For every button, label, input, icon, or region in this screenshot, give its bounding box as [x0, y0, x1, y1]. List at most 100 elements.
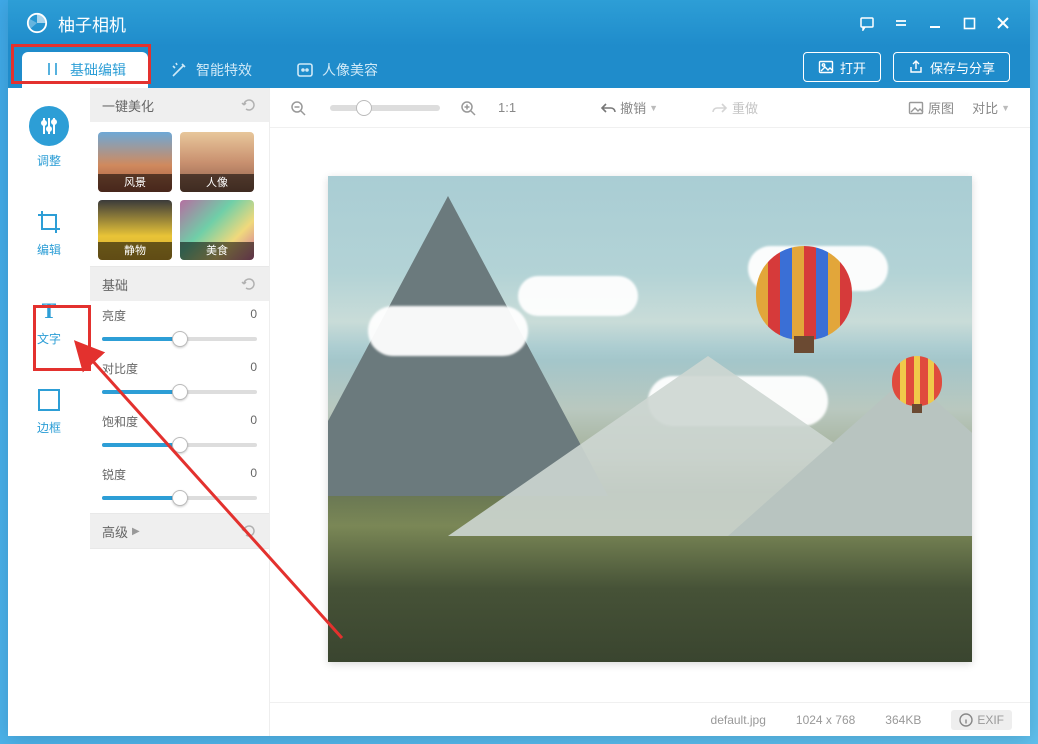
zoom-out-button[interactable] — [284, 96, 316, 120]
control-sharpness: 锐度 0 — [90, 460, 269, 513]
section-title: 高级 — [102, 522, 128, 541]
side-label: 调整 — [37, 152, 61, 169]
button-label: 原图 — [928, 98, 954, 117]
tab-portrait-beauty[interactable]: 人像美容 — [274, 52, 400, 88]
zoom-out-icon — [290, 100, 306, 116]
preview-image[interactable] — [328, 176, 972, 662]
reset-icon[interactable] — [241, 523, 257, 539]
close-button[interactable] — [986, 0, 1020, 46]
undo-button[interactable]: 撤销▼ — [594, 94, 664, 121]
side-label: 边框 — [37, 419, 61, 436]
export-icon — [908, 59, 924, 75]
app-logo-icon — [26, 12, 48, 34]
settings-panel: 一键美化 风景 人像 静物 美食 基础 亮度 0 — [90, 88, 270, 736]
magic-icon — [170, 61, 188, 79]
tab-label: 人像美容 — [322, 60, 378, 80]
side-nav: 调整 编辑 T 文字 边框 — [8, 88, 90, 736]
undo-icon — [600, 100, 616, 116]
zoom-ratio: 1:1 — [498, 100, 516, 115]
side-label: 编辑 — [37, 241, 61, 258]
sliders-icon — [38, 115, 60, 137]
button-label: 打开 — [840, 58, 866, 77]
status-filesize: 364KB — [885, 713, 921, 727]
feedback-icon[interactable] — [850, 0, 884, 46]
preset-food[interactable]: 美食 — [180, 200, 254, 260]
tab-label: 智能特效 — [196, 60, 252, 80]
button-label: 撤销 — [620, 98, 646, 117]
section-title: 一键美化 — [102, 96, 154, 115]
redo-icon — [712, 100, 728, 116]
tab-bar: 基础编辑 智能特效 人像美容 打开 保存与分享 — [8, 46, 1030, 88]
original-button[interactable]: 原图 — [902, 94, 960, 121]
exif-button[interactable]: EXIF — [951, 710, 1012, 730]
slider-saturation[interactable] — [102, 436, 257, 454]
canvas-area: 1:1 撤销▼ 重做 原图 对比▼ default.jpg — [270, 88, 1030, 736]
side-text[interactable]: T 文字 — [8, 298, 90, 347]
zoom-in-button[interactable] — [454, 96, 486, 120]
control-saturation: 饱和度0 — [90, 407, 269, 460]
slider-brightness[interactable] — [102, 330, 257, 348]
chevron-down-icon: ▼ — [1001, 103, 1010, 113]
thumb-label: 风景 — [98, 174, 172, 192]
open-button[interactable]: 打开 — [803, 52, 881, 82]
thumb-label: 人像 — [180, 174, 254, 192]
tools-icon — [44, 61, 62, 79]
control-contrast: 对比度 0 — [90, 354, 269, 407]
control-label: 亮度 — [102, 307, 126, 324]
preset-portrait[interactable]: 人像 — [180, 132, 254, 192]
exif-label: EXIF — [977, 713, 1004, 727]
status-dimensions: 1024 x 768 — [796, 713, 855, 727]
control-label: 对比度 — [102, 360, 138, 377]
control-brightness: 亮度 0 — [90, 301, 269, 354]
side-label: 文字 — [37, 330, 61, 347]
preset-still[interactable]: 静物 — [98, 200, 172, 260]
face-icon — [296, 61, 314, 79]
minimize-button[interactable] — [918, 0, 952, 46]
text-icon: T — [42, 298, 57, 324]
slider-sharpness[interactable] — [102, 489, 257, 507]
control-value: 0 — [250, 360, 257, 377]
maximize-button[interactable] — [952, 0, 986, 46]
canvas-toolbar: 1:1 撤销▼ 重做 原图 对比▼ — [270, 88, 1030, 128]
button-label: 保存与分享 — [930, 58, 995, 77]
redo-button[interactable]: 重做 — [706, 94, 764, 121]
reset-icon[interactable] — [241, 97, 257, 113]
section-beautify[interactable]: 一键美化 — [90, 88, 269, 122]
side-edit[interactable]: 编辑 — [8, 209, 90, 258]
thumb-label: 美食 — [180, 242, 254, 260]
title-bar: 柚子相机 — [8, 0, 1030, 46]
side-frame[interactable]: 边框 — [8, 387, 90, 436]
tab-basic-edit[interactable]: 基础编辑 — [22, 52, 148, 88]
info-icon — [959, 713, 973, 727]
control-value: 0 — [250, 307, 257, 324]
menu-icon[interactable] — [884, 0, 918, 46]
section-title: 基础 — [102, 275, 128, 294]
tab-smart-effects[interactable]: 智能特效 — [148, 52, 274, 88]
control-value: 0 — [250, 413, 257, 430]
button-label: 重做 — [732, 98, 758, 117]
crop-icon — [36, 209, 62, 235]
section-basic[interactable]: 基础 — [90, 267, 269, 301]
preset-landscape[interactable]: 风景 — [98, 132, 172, 192]
section-advanced[interactable]: 高级 ▶ — [90, 514, 269, 548]
control-label: 锐度 — [102, 466, 126, 483]
status-filename: default.jpg — [711, 713, 766, 727]
compare-button[interactable]: 对比▼ — [966, 94, 1016, 121]
status-bar: default.jpg 1024 x 768 364KB EXIF — [270, 702, 1030, 736]
reset-icon[interactable] — [241, 276, 257, 292]
button-label: 对比 — [972, 98, 998, 117]
image-stage — [270, 128, 1030, 702]
tab-label: 基础编辑 — [70, 60, 126, 80]
control-value: 0 — [250, 466, 257, 483]
chevron-right-icon: ▶ — [132, 526, 140, 537]
zoom-slider[interactable] — [330, 105, 440, 111]
frame-icon — [36, 387, 62, 413]
zoom-in-icon — [460, 100, 476, 116]
zoom-actual-button[interactable]: 1:1 — [492, 96, 522, 119]
chevron-down-icon: ▼ — [649, 103, 658, 113]
image-icon — [818, 59, 834, 75]
image-icon — [908, 100, 924, 116]
slider-contrast[interactable] — [102, 383, 257, 401]
save-share-button[interactable]: 保存与分享 — [893, 52, 1010, 82]
side-adjust[interactable]: 调整 — [8, 106, 90, 169]
